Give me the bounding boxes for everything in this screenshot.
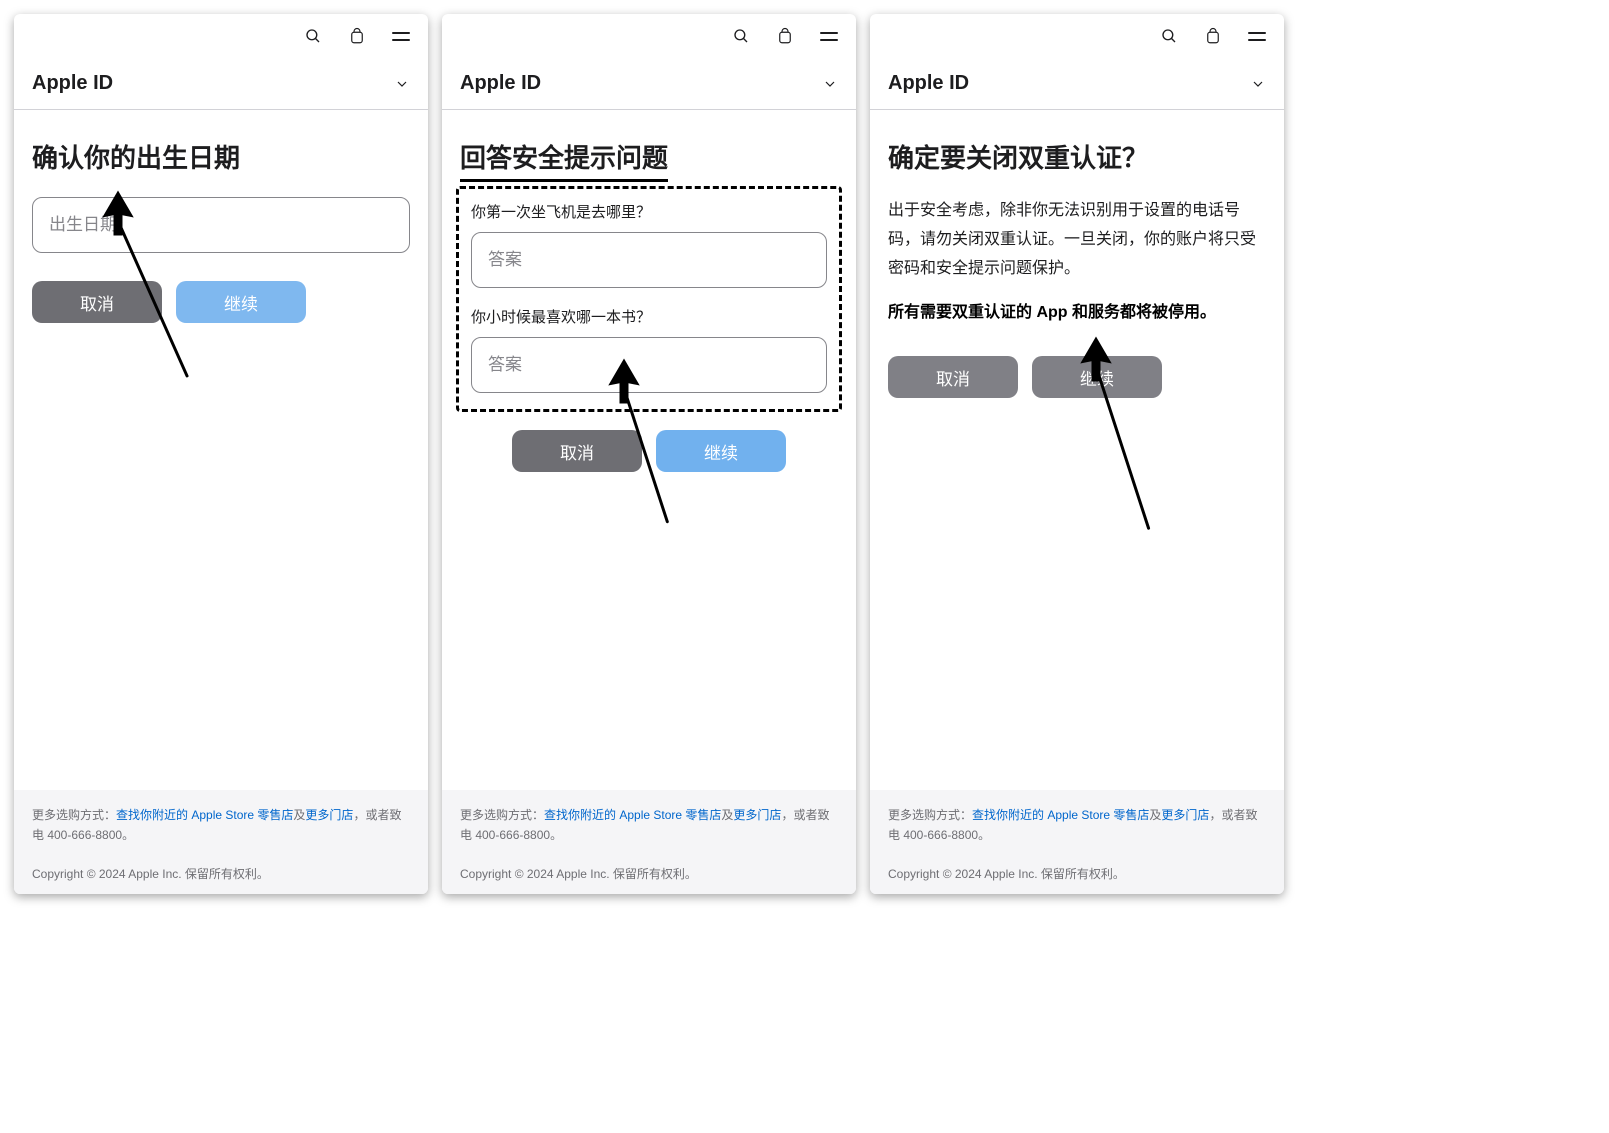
- footer-prefix: 更多选购方式：: [32, 808, 116, 822]
- footer-mid: 及: [293, 808, 305, 822]
- warning-body: 出于安全考虑，除非你无法识别用于设置的电话号码，请勿关闭双重认证。一旦关闭，你的…: [888, 197, 1266, 283]
- footer-prefix: 更多选购方式：: [888, 808, 972, 822]
- highlighted-questions-box: 你第一次坐飞机是去哪里？ 你小时候最喜欢哪一本书？: [456, 186, 842, 412]
- continue-button[interactable]: 继续: [1032, 356, 1162, 398]
- global-nav: [442, 14, 856, 58]
- page-title: 回答安全提示问题: [460, 138, 838, 182]
- answer-1-input[interactable]: [471, 232, 827, 288]
- subnav-title: Apple ID: [888, 72, 969, 95]
- content-area: 确定要关闭双重认证？ 出于安全考虑，除非你无法识别用于设置的电话号码，请勿关闭双…: [870, 110, 1284, 790]
- bag-icon[interactable]: [348, 27, 366, 45]
- search-icon[interactable]: [1160, 27, 1178, 45]
- bag-icon[interactable]: [776, 27, 794, 45]
- page-title: 确认你的出生日期: [32, 138, 410, 175]
- panel-birthday: Apple ID 确认你的出生日期 取消 继续 更多选购方式：查找你附近的 Ap…: [14, 14, 428, 894]
- footer-link-more[interactable]: 更多门店: [733, 808, 781, 822]
- footer-text: 更多选购方式：查找你附近的 Apple Store 零售店及更多门店，或者致电 …: [460, 806, 838, 844]
- footer: 更多选购方式：查找你附近的 Apple Store 零售店及更多门店，或者致电 …: [14, 790, 428, 894]
- nav-actions: [732, 27, 838, 45]
- panel-disable-2fa: Apple ID 确定要关闭双重认证？ 出于安全考虑，除非你无法识别用于设置的电…: [870, 14, 1284, 894]
- global-nav: [14, 14, 428, 58]
- question-1-block: 你第一次坐飞机是去哪里？: [471, 201, 827, 288]
- menu-icon[interactable]: [1248, 32, 1266, 41]
- button-row: 取消 继续: [460, 430, 838, 472]
- question-2-label: 你小时候最喜欢哪一本书？: [471, 306, 827, 327]
- panel-security-questions: Apple ID 回答安全提示问题 你第一次坐飞机是去哪里？ 你小时候最喜欢哪一…: [442, 14, 856, 894]
- question-2-block: 你小时候最喜欢哪一本书？: [471, 306, 827, 393]
- global-nav: [870, 14, 1284, 58]
- menu-icon[interactable]: [820, 32, 838, 41]
- chevron-down-icon[interactable]: [822, 76, 838, 92]
- search-icon[interactable]: [732, 27, 750, 45]
- chevron-down-icon[interactable]: [1250, 76, 1266, 92]
- footer-mid: 及: [721, 808, 733, 822]
- cancel-button[interactable]: 取消: [512, 430, 642, 472]
- footer-link-more[interactable]: 更多门店: [1161, 808, 1209, 822]
- page-title: 确定要关闭双重认证？: [888, 138, 1266, 175]
- chevron-down-icon[interactable]: [394, 76, 410, 92]
- button-row: 取消 继续: [32, 281, 410, 323]
- warning-bold: 所有需要双重认证的 App 和服务都将被停用。: [888, 299, 1266, 328]
- search-icon[interactable]: [304, 27, 322, 45]
- question-1-label: 你第一次坐飞机是去哪里？: [471, 201, 827, 222]
- footer-text: 更多选购方式：查找你附近的 Apple Store 零售店及更多门店，或者致电 …: [32, 806, 410, 844]
- subnav[interactable]: Apple ID: [442, 58, 856, 110]
- footer-text: 更多选购方式：查找你附近的 Apple Store 零售店及更多门店，或者致电 …: [888, 806, 1266, 844]
- footer-copyright: Copyright © 2024 Apple Inc. 保留所有权利。: [32, 865, 410, 884]
- footer-link-store[interactable]: 查找你附近的 Apple Store 零售店: [972, 808, 1149, 822]
- footer-copyright: Copyright © 2024 Apple Inc. 保留所有权利。: [888, 865, 1266, 884]
- cancel-button[interactable]: 取消: [888, 356, 1018, 398]
- content-area: 确认你的出生日期 取消 继续: [14, 110, 428, 790]
- continue-button[interactable]: 继续: [176, 281, 306, 323]
- button-row: 取消 继续: [888, 356, 1266, 398]
- bag-icon[interactable]: [1204, 27, 1222, 45]
- cancel-button[interactable]: 取消: [32, 281, 162, 323]
- footer: 更多选购方式：查找你附近的 Apple Store 零售店及更多门店，或者致电 …: [870, 790, 1284, 894]
- subnav-title: Apple ID: [460, 72, 541, 95]
- menu-icon[interactable]: [392, 32, 410, 41]
- footer-copyright: Copyright © 2024 Apple Inc. 保留所有权利。: [460, 865, 838, 884]
- footer-link-more[interactable]: 更多门店: [305, 808, 353, 822]
- birthday-input[interactable]: [32, 197, 410, 253]
- continue-button[interactable]: 继续: [656, 430, 786, 472]
- subnav[interactable]: Apple ID: [870, 58, 1284, 110]
- nav-actions: [304, 27, 410, 45]
- content-area: 回答安全提示问题 你第一次坐飞机是去哪里？ 你小时候最喜欢哪一本书？ 取消 继续: [442, 110, 856, 790]
- footer-mid: 及: [1149, 808, 1161, 822]
- nav-actions: [1160, 27, 1266, 45]
- footer-prefix: 更多选购方式：: [460, 808, 544, 822]
- answer-2-input[interactable]: [471, 337, 827, 393]
- subnav[interactable]: Apple ID: [14, 58, 428, 110]
- subnav-title: Apple ID: [32, 72, 113, 95]
- footer-link-store[interactable]: 查找你附近的 Apple Store 零售店: [544, 808, 721, 822]
- footer-link-store[interactable]: 查找你附近的 Apple Store 零售店: [116, 808, 293, 822]
- footer: 更多选购方式：查找你附近的 Apple Store 零售店及更多门店，或者致电 …: [442, 790, 856, 894]
